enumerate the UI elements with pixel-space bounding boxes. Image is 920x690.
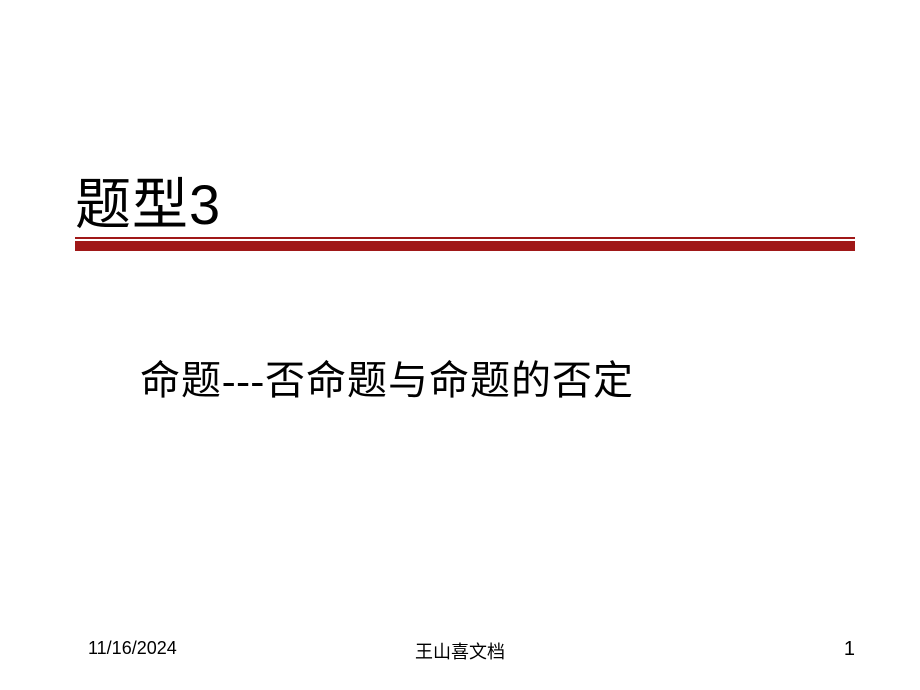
footer-author: 王山喜文档	[0, 638, 920, 664]
subtitle-area: 命题---否命题与命题的否定	[140, 348, 840, 406]
slide-footer: 11/16/2024 王山喜文档 1	[0, 638, 920, 662]
slide-title-prefix: 题型	[75, 175, 189, 237]
title-underline-thin	[75, 237, 855, 239]
slide-container: 题型3 命题---否命题与命题的否定 11/16/2024 王山喜文档 1	[0, 0, 920, 690]
slide-title-number: 3	[189, 173, 221, 236]
slide-subtitle: 命题---否命题与命题的否定	[140, 358, 634, 403]
title-area: 题型3	[75, 160, 855, 241]
title-underline-thick	[75, 241, 855, 251]
footer-page-number: 1	[844, 638, 855, 661]
